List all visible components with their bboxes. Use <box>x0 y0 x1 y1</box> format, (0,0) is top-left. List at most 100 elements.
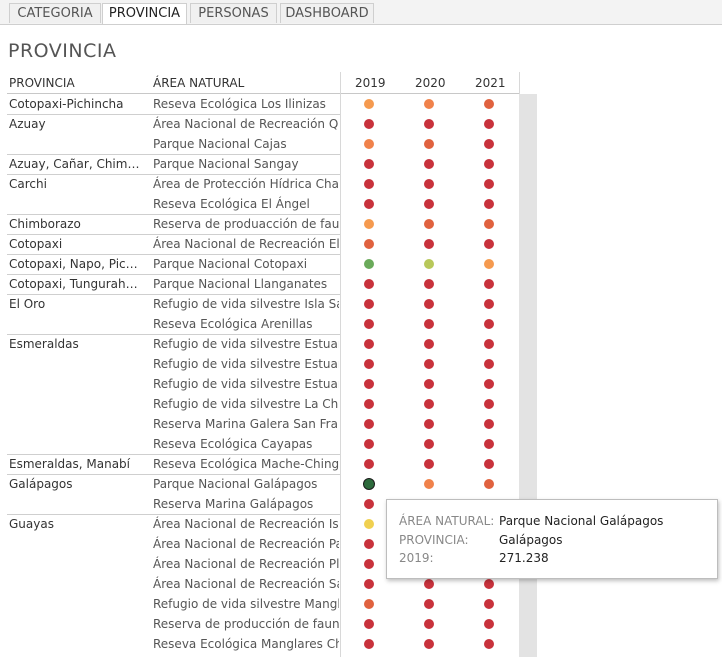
value-dot-2020[interactable] <box>424 279 434 289</box>
value-dot-2020[interactable] <box>424 119 434 129</box>
value-dot-2021[interactable] <box>484 579 494 589</box>
value-dot-2021[interactable] <box>484 619 494 629</box>
tab-categoria[interactable]: CATEGORIA <box>9 3 101 23</box>
value-dot-2021[interactable] <box>484 359 494 369</box>
table-row[interactable]: Galápagos Parque Nacional Galápagos <box>0 474 520 494</box>
value-dot-2021[interactable] <box>484 159 494 169</box>
table-row[interactable]: Azuay Área Nacional de Recreación Q... <box>0 114 520 134</box>
table-row[interactable]: Parque Nacional Cajas <box>0 134 520 154</box>
value-dot-2021[interactable] <box>484 99 494 109</box>
value-dot-2019[interactable] <box>364 339 374 349</box>
value-dot-2020[interactable] <box>424 199 434 209</box>
column-header-area[interactable]: ÁREA NATURAL <box>153 76 244 90</box>
column-header-2020[interactable]: 2020 <box>415 76 446 90</box>
value-dot-2021[interactable] <box>484 279 494 289</box>
value-dot-2019[interactable] <box>364 639 374 649</box>
value-dot-2019[interactable] <box>364 159 374 169</box>
table-row[interactable]: Cotopaxi, Tungurahua,.. Parque Nacional L… <box>0 274 520 294</box>
value-dot-2019[interactable] <box>364 219 374 229</box>
value-dot-2021[interactable] <box>484 639 494 649</box>
value-dot-2021[interactable] <box>484 179 494 189</box>
value-dot-2019[interactable] <box>364 499 374 509</box>
value-dot-2020[interactable] <box>424 339 434 349</box>
value-dot-2021[interactable] <box>484 439 494 449</box>
value-dot-2019[interactable] <box>364 619 374 629</box>
table-row[interactable]: Cotopaxi, Napo, Pichin.. Parque Nacional … <box>0 254 520 274</box>
value-dot-2020[interactable] <box>424 479 434 489</box>
value-dot-2019[interactable] <box>364 599 374 609</box>
value-dot-2019[interactable] <box>364 299 374 309</box>
value-dot-2019[interactable] <box>364 479 374 489</box>
value-dot-2019[interactable] <box>364 459 374 469</box>
value-dot-2021[interactable] <box>484 219 494 229</box>
value-dot-2021[interactable] <box>484 239 494 249</box>
table-row[interactable]: Esmeraldas Refugio de vida silvestre Estu… <box>0 334 520 354</box>
value-dot-2019[interactable] <box>364 119 374 129</box>
table-row[interactable]: Reseva Ecológica Manglares Ch... <box>0 634 520 654</box>
value-dot-2021[interactable] <box>484 419 494 429</box>
value-dot-2020[interactable] <box>424 299 434 309</box>
column-header-2019[interactable]: 2019 <box>355 76 386 90</box>
value-dot-2021[interactable] <box>484 479 494 489</box>
value-dot-2021[interactable] <box>484 299 494 309</box>
value-dot-2020[interactable] <box>424 579 434 589</box>
table-row[interactable]: Chimborazo Reserva de produacción de faun… <box>0 214 520 234</box>
value-dot-2020[interactable] <box>424 239 434 249</box>
table-row[interactable]: Azuay, Cañar, Chimbor.. Parque Nacional S… <box>0 154 520 174</box>
value-dot-2019[interactable] <box>364 319 374 329</box>
value-dot-2021[interactable] <box>484 459 494 469</box>
value-dot-2021[interactable] <box>484 139 494 149</box>
value-dot-2020[interactable] <box>424 159 434 169</box>
value-dot-2019[interactable] <box>364 439 374 449</box>
value-dot-2021[interactable] <box>484 599 494 609</box>
value-dot-2020[interactable] <box>424 359 434 369</box>
value-dot-2019[interactable] <box>364 579 374 589</box>
tab-personas[interactable]: PERSONAS <box>190 3 277 23</box>
value-dot-2021[interactable] <box>484 199 494 209</box>
value-dot-2021[interactable] <box>484 319 494 329</box>
table-row[interactable]: Refugio de vida silvestre Estuar... <box>0 374 520 394</box>
value-dot-2019[interactable] <box>364 419 374 429</box>
column-header-2021[interactable]: 2021 <box>475 76 506 90</box>
table-row[interactable]: El Oro Refugio de vida silvestre Isla Sa.… <box>0 294 520 314</box>
value-dot-2020[interactable] <box>424 139 434 149</box>
value-dot-2020[interactable] <box>424 179 434 189</box>
value-dot-2019[interactable] <box>364 279 374 289</box>
table-row[interactable]: Refugio de vida silvestre Mangl... <box>0 594 520 614</box>
table-row[interactable]: Cotopaxi-Pichincha Reseva Ecológica Los I… <box>0 94 520 114</box>
value-dot-2019[interactable] <box>364 139 374 149</box>
table-row[interactable]: Refugio de vida silvestre Estuar... <box>0 354 520 374</box>
value-dot-2020[interactable] <box>424 219 434 229</box>
column-header-provincia[interactable]: PROVINCIA <box>9 76 75 90</box>
value-dot-2020[interactable] <box>424 379 434 389</box>
table-row[interactable]: Carchi Área de Protección Hídrica Chal... <box>0 174 520 194</box>
value-dot-2019[interactable] <box>364 519 374 529</box>
value-dot-2021[interactable] <box>484 379 494 389</box>
value-dot-2020[interactable] <box>424 399 434 409</box>
value-dot-2020[interactable] <box>424 439 434 449</box>
value-dot-2020[interactable] <box>424 419 434 429</box>
value-dot-2020[interactable] <box>424 459 434 469</box>
table-row[interactable]: Reseva Ecológica Arenillas <box>0 314 520 334</box>
value-dot-2019[interactable] <box>364 239 374 249</box>
value-dot-2019[interactable] <box>364 379 374 389</box>
table-row[interactable]: Reserva de producción de fauna... <box>0 614 520 634</box>
value-dot-2019[interactable] <box>364 199 374 209</box>
value-dot-2020[interactable] <box>424 639 434 649</box>
tab-provincia[interactable]: PROVINCIA <box>102 3 187 24</box>
value-dot-2021[interactable] <box>484 119 494 129</box>
value-dot-2019[interactable] <box>364 539 374 549</box>
value-dot-2020[interactable] <box>424 599 434 609</box>
value-dot-2021[interactable] <box>484 339 494 349</box>
value-dot-2019[interactable] <box>364 399 374 409</box>
value-dot-2019[interactable] <box>364 259 374 269</box>
tab-dashboard[interactable]: DASHBOARD <box>280 3 374 23</box>
value-dot-2021[interactable] <box>484 399 494 409</box>
table-row[interactable]: Refugio de vida silvestre La Chi... <box>0 394 520 414</box>
table-row[interactable]: Esmeraldas, Manabí Reseva Ecológica Mache… <box>0 454 520 474</box>
table-row[interactable]: Cotopaxi Área Nacional de Recreación El .… <box>0 234 520 254</box>
value-dot-2020[interactable] <box>424 259 434 269</box>
value-dot-2019[interactable] <box>364 179 374 189</box>
table-row[interactable]: Reseva Ecológica Cayapas <box>0 434 520 454</box>
table-row[interactable]: Reseva Ecológica El Ángel <box>0 194 520 214</box>
